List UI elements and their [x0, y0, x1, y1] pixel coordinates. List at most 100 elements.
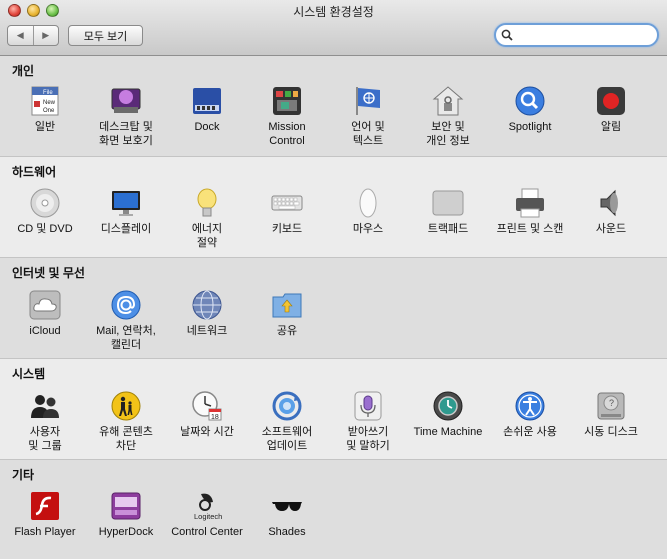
back-button[interactable]: ◀ — [8, 26, 33, 45]
pref-cd-dvd[interactable]: CD 및 DVD — [3, 187, 87, 236]
mail-contacts-calendar-icon — [110, 289, 142, 321]
pref-trackpad[interactable]: 트랙패드 — [406, 187, 490, 236]
pref-keyboard[interactable]: 키보드 — [245, 187, 329, 236]
pref-label: 사운드 — [595, 223, 627, 235]
pref-label: Control Center — [171, 526, 243, 538]
pref-label: 네트워크 — [186, 325, 228, 337]
network-icon — [191, 289, 223, 321]
pref-sound[interactable]: 사운드 — [569, 187, 653, 236]
search-input[interactable] — [516, 27, 652, 43]
pref-network[interactable]: 네트워크 — [165, 289, 249, 338]
pref-label: 유해 콘텐츠 차단 — [99, 426, 153, 452]
pref-label: 알림 — [600, 121, 622, 133]
pref-label: 프린트 및 스캔 — [496, 223, 564, 235]
notifications-icon — [595, 85, 627, 117]
pref-general[interactable]: File New One 일반 — [3, 85, 87, 134]
time-machine-icon — [432, 390, 464, 422]
pref-mouse[interactable]: 마우스 — [326, 187, 410, 236]
title-bar: 시스템 환경설정 ◀ ▶ 모두 보기 — [0, 0, 667, 56]
pref-icloud[interactable]: iCloud — [3, 289, 87, 338]
pref-label: Mail, 연락처, 캘린더 — [96, 325, 156, 351]
pref-label: Mission Control — [268, 121, 306, 147]
pref-language-text[interactable]: 언어 및 텍스트 — [326, 85, 410, 148]
pref-label: Spotlight — [508, 121, 552, 133]
pref-label: 날짜와 시간 — [180, 426, 234, 438]
sharing-icon — [271, 289, 303, 321]
icloud-icon — [29, 289, 61, 321]
section-title: 개인 — [12, 64, 35, 78]
pref-logitech-control-center[interactable]: Logitech Control Center — [165, 490, 249, 539]
pref-spotlight[interactable]: Spotlight — [488, 85, 572, 134]
dictation-speech-icon — [352, 390, 384, 422]
search-icon — [501, 29, 513, 41]
back-forward-control: ◀ ▶ — [7, 25, 59, 46]
logitech-control-center-icon: Logitech — [191, 490, 223, 522]
pref-label: CD 및 DVD — [17, 223, 73, 235]
hyperdock-icon — [110, 490, 142, 522]
pref-label: 키보드 — [271, 223, 303, 235]
pref-label: 공유 — [276, 325, 298, 337]
pref-label: iCloud — [29, 325, 61, 337]
pref-print-scan[interactable]: 프린트 및 스캔 — [488, 187, 572, 236]
window-title: 시스템 환경설정 — [293, 5, 374, 19]
pref-startup-disk[interactable]: ? 시동 디스크 — [569, 390, 653, 439]
section-title: 인터넷 및 무선 — [12, 266, 85, 280]
pref-label: 받아쓰기 및 말하기 — [346, 426, 390, 452]
accessibility-icon — [514, 390, 546, 422]
startup-disk-icon: ? — [595, 390, 627, 422]
pref-software-update[interactable]: 소프트웨어 업데이트 — [245, 390, 329, 453]
pref-display[interactable]: 디스플레이 — [84, 187, 168, 236]
pref-mail-contacts-calendar[interactable]: Mail, 연락처, 캘린더 — [84, 289, 168, 352]
pref-date-time[interactable]: 18 날짜와 시간 — [165, 390, 249, 439]
pref-label: 사용자 및 그룹 — [28, 426, 62, 452]
pref-shades[interactable]: Shades — [245, 490, 329, 539]
shades-icon — [271, 490, 303, 522]
desktop-screensaver-icon — [110, 85, 142, 117]
parental-controls-icon — [110, 390, 142, 422]
section-title: 시스템 — [12, 367, 46, 381]
security-privacy-icon — [432, 85, 464, 117]
pref-flash-player[interactable]: Flash Player — [3, 490, 87, 539]
pref-sharing[interactable]: 공유 — [245, 289, 329, 338]
show-all-button[interactable]: 모두 보기 — [68, 25, 143, 46]
mission-control-icon — [271, 85, 303, 117]
pref-users-groups[interactable]: 사용자 및 그룹 — [3, 390, 87, 453]
section-title: 기타 — [12, 468, 35, 482]
pref-security-privacy[interactable]: 보안 및 개인 정보 — [406, 85, 490, 148]
mouse-icon — [352, 187, 384, 219]
dock-icon — [191, 85, 223, 117]
flash-player-icon — [29, 490, 61, 522]
svg-text:New: New — [43, 100, 56, 106]
pref-energy-saver[interactable]: 에너지 절약 — [165, 187, 249, 250]
search-field[interactable] — [494, 23, 659, 47]
pref-label: 손쉬운 사용 — [503, 426, 557, 438]
forward-button[interactable]: ▶ — [32, 26, 59, 45]
pref-notifications[interactable]: 알림 — [569, 85, 653, 134]
pref-label: Flash Player — [14, 526, 76, 538]
pref-desktop-screensaver[interactable]: 데스크탑 및 화면 보호기 — [84, 85, 168, 148]
pref-mission-control[interactable]: Mission Control — [245, 85, 329, 148]
display-icon — [110, 187, 142, 219]
pref-label: 일반 — [34, 121, 56, 133]
trackpad-icon — [432, 187, 464, 219]
section-system: 시스템 사용자 및 그룹 유해 콘텐츠 차단 18 날짜와 시간 소프트웨어 업… — [0, 359, 667, 460]
pref-label: 트랙패드 — [427, 223, 469, 235]
energy-saver-icon — [191, 187, 223, 219]
pref-accessibility[interactable]: 손쉬운 사용 — [488, 390, 572, 439]
print-scan-icon — [514, 187, 546, 219]
section-hardware: 하드웨어 CD 및 DVD 디스플레이 에너지 절약 키보드 마우스 트랙패드 … — [0, 157, 667, 258]
software-update-icon — [271, 390, 303, 422]
section-title: 하드웨어 — [12, 165, 57, 179]
svg-text:18: 18 — [211, 414, 219, 421]
pref-parental-controls[interactable]: 유해 콘텐츠 차단 — [84, 390, 168, 453]
pref-time-machine[interactable]: Time Machine — [406, 390, 490, 439]
pref-label: 데스크탑 및 화면 보호기 — [99, 121, 153, 147]
pref-dock[interactable]: Dock — [165, 85, 249, 134]
pref-label: Time Machine — [413, 426, 483, 438]
svg-text:?: ? — [609, 398, 614, 408]
date-time-icon: 18 — [191, 390, 223, 422]
pref-dictation-speech[interactable]: 받아쓰기 및 말하기 — [326, 390, 410, 453]
pref-label: 보안 및 개인 정보 — [426, 121, 470, 147]
pref-label: Shades — [268, 526, 306, 538]
pref-hyperdock[interactable]: HyperDock — [84, 490, 168, 539]
